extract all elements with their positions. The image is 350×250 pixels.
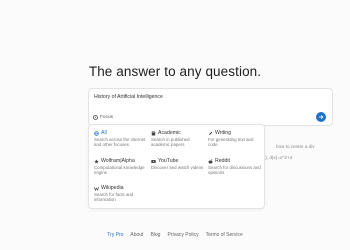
footer-link-privacy-policy[interactable]: Privacy Policy xyxy=(167,232,198,238)
focus-option-label: Academic xyxy=(158,130,181,136)
search-box[interactable]: History of Artificial Intelligence Focus xyxy=(88,88,333,126)
focus-option-all[interactable]: All Search across the internet and other… xyxy=(94,130,148,147)
focus-option-label: Wikipedia xyxy=(101,185,124,191)
focus-option-label: All xyxy=(101,130,107,136)
footer-link-try-pro[interactable]: Try Pro xyxy=(107,232,123,238)
focus-option-academic[interactable]: Academic Search in published academic pa… xyxy=(151,130,205,147)
focus-option-label: Reddit xyxy=(215,158,230,164)
arrow-right-icon xyxy=(318,115,324,119)
wikipedia-icon xyxy=(94,186,99,191)
focus-option-writing[interactable]: Writing For generating text and code xyxy=(208,130,262,147)
pencil-icon xyxy=(208,131,213,136)
focus-option-reddit[interactable]: Reddit Search for discussions and opinio… xyxy=(208,158,262,175)
book-icon xyxy=(151,131,156,136)
focus-button[interactable]: Focus xyxy=(93,115,113,120)
wolfram-icon xyxy=(94,159,99,164)
focus-option-label: Wolfram|Alpha xyxy=(101,158,135,164)
footer-links: Try Pro About Blog Privacy Policy Terms … xyxy=(0,232,350,238)
submit-button[interactable] xyxy=(316,112,326,122)
focus-option-description: Search in published academic papers xyxy=(151,137,190,148)
focus-option-label: Writing xyxy=(215,130,232,136)
focus-option-wikipedia[interactable]: Wikipedia Search for facts and informati… xyxy=(94,185,148,202)
focus-option-description: For generating text and code xyxy=(208,137,254,148)
reddit-icon xyxy=(208,158,213,164)
focus-option-description: Search across the internet and other foc… xyxy=(94,137,146,148)
focus-icon xyxy=(93,115,98,120)
search-input[interactable]: History of Artificial Intelligence xyxy=(94,94,163,100)
headline: The answer to any question. xyxy=(88,64,262,79)
focus-option-wolframalpha[interactable]: Wolfram|Alpha Computational knowledge en… xyxy=(94,158,148,175)
globe-icon xyxy=(94,130,99,136)
footer-link-terms-of-service[interactable]: Terms of Service xyxy=(206,232,243,238)
footer-link-about[interactable]: About xyxy=(130,232,143,238)
suggestion-text[interactable]: how to center a div xyxy=(276,144,315,149)
focus-option-description: Search for discussions and opinions xyxy=(208,165,261,176)
footer-link-blog[interactable]: Blog xyxy=(150,232,160,238)
focus-option-description: Search for facts and information xyxy=(94,192,134,203)
focus-option-description: Computational knowledge engine xyxy=(94,165,145,176)
suggestion-text[interactable]: x), d(x)=x^2+4 xyxy=(263,155,292,160)
focus-label: Focus xyxy=(100,115,114,120)
focus-option-label: YouTube xyxy=(158,158,179,164)
focus-option-description: Discover and watch videos xyxy=(151,165,204,170)
focus-menu: All Search across the internet and other… xyxy=(88,124,265,209)
youtube-icon xyxy=(151,159,156,164)
focus-option-youtube[interactable]: YouTube Discover and watch videos xyxy=(151,158,205,170)
